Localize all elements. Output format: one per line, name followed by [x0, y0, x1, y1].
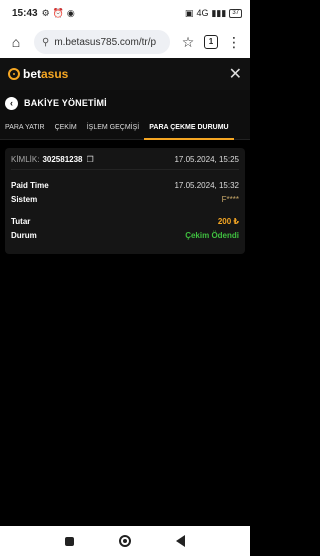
page-title: BAKİYE YÖNETİMİ	[24, 98, 107, 108]
tab-withdraw[interactable]: ÇEKİM	[50, 116, 82, 140]
record-id-label: KİMLİK:	[11, 155, 40, 164]
withdrawal-record-card: KİMLİK: 302581238 ❐ 17.05.2024, 15:25 Pa…	[5, 148, 245, 254]
recent-apps-icon[interactable]	[65, 536, 74, 546]
status-time: 15:43	[12, 7, 38, 19]
alarm-icon: ⏰	[52, 7, 64, 18]
tab-deposit[interactable]: PARA YATIR	[0, 116, 50, 140]
app-header: betasus ✕	[0, 58, 250, 90]
system-row: Sistem F****	[11, 192, 239, 206]
amount-row: Tutar 200 ₺	[11, 214, 239, 228]
browser-toolbar: ⌂ ⚲ m.betasus785.com/tr/p ☆ 1 ⋮	[0, 26, 250, 58]
tab-switcher-button[interactable]: 1	[204, 35, 218, 49]
system-nav-bar	[0, 526, 250, 556]
paid-time-row: Paid Time 17.05.2024, 15:32	[11, 178, 239, 192]
signal-icon: ▮▮▮	[211, 7, 227, 18]
record-created-date: 17.05.2024, 15:25	[174, 155, 239, 164]
paid-time-label: Paid Time	[11, 180, 49, 190]
site-logo[interactable]: betasus	[8, 67, 68, 81]
home-icon[interactable]: ⌂	[6, 34, 26, 50]
paid-time-value: 17.05.2024, 15:32	[174, 180, 239, 190]
page-title-bar: ‹ BAKİYE YÖNETİMİ	[0, 90, 250, 116]
site-settings-icon[interactable]: ⚲	[42, 37, 49, 48]
tab-transaction-history[interactable]: İŞLEM GEÇMİŞİ	[82, 116, 145, 140]
notification-icon: ⚙	[41, 7, 50, 18]
back-nav-icon[interactable]	[176, 535, 185, 547]
status-label: Durum	[11, 230, 37, 240]
balance-tabs: PARA YATIR ÇEKİM İŞLEM GEÇMİŞİ PARA ÇEKM…	[0, 116, 250, 140]
address-bar[interactable]: ⚲ m.betasus785.com/tr/p	[34, 30, 170, 54]
battery-icon: 37	[229, 8, 242, 18]
sim-icon: ▣	[184, 7, 194, 18]
status-value: Çekim Ödendi	[185, 230, 239, 240]
amount-label: Tutar	[11, 216, 31, 226]
system-value: F****	[221, 194, 239, 204]
copy-icon[interactable]: ❐	[87, 155, 94, 164]
record-id-value: 302581238	[42, 155, 83, 164]
home-nav-icon[interactable]	[119, 535, 131, 547]
network-type: 4G	[196, 8, 209, 18]
close-icon[interactable]: ✕	[229, 64, 242, 84]
system-label: Sistem	[11, 194, 38, 204]
tab-withdrawal-status[interactable]: PARA ÇEKME DURUMU	[144, 116, 234, 140]
url-text: m.betasus785.com/tr/p	[54, 36, 157, 48]
shield-icon: ◉	[66, 7, 75, 18]
status-row: Durum Çekim Ödendi	[11, 228, 239, 242]
status-bar: 15:43 ⚙ ⏰ ◉ ▣ 4G ▮▮▮ 37	[0, 0, 250, 26]
more-menu-icon[interactable]: ⋮	[224, 34, 244, 51]
amount-value: 200 ₺	[217, 216, 239, 226]
back-button[interactable]: ‹	[5, 96, 18, 110]
logo-mark-icon	[8, 68, 20, 80]
bookmark-star-icon[interactable]: ☆	[178, 34, 198, 51]
